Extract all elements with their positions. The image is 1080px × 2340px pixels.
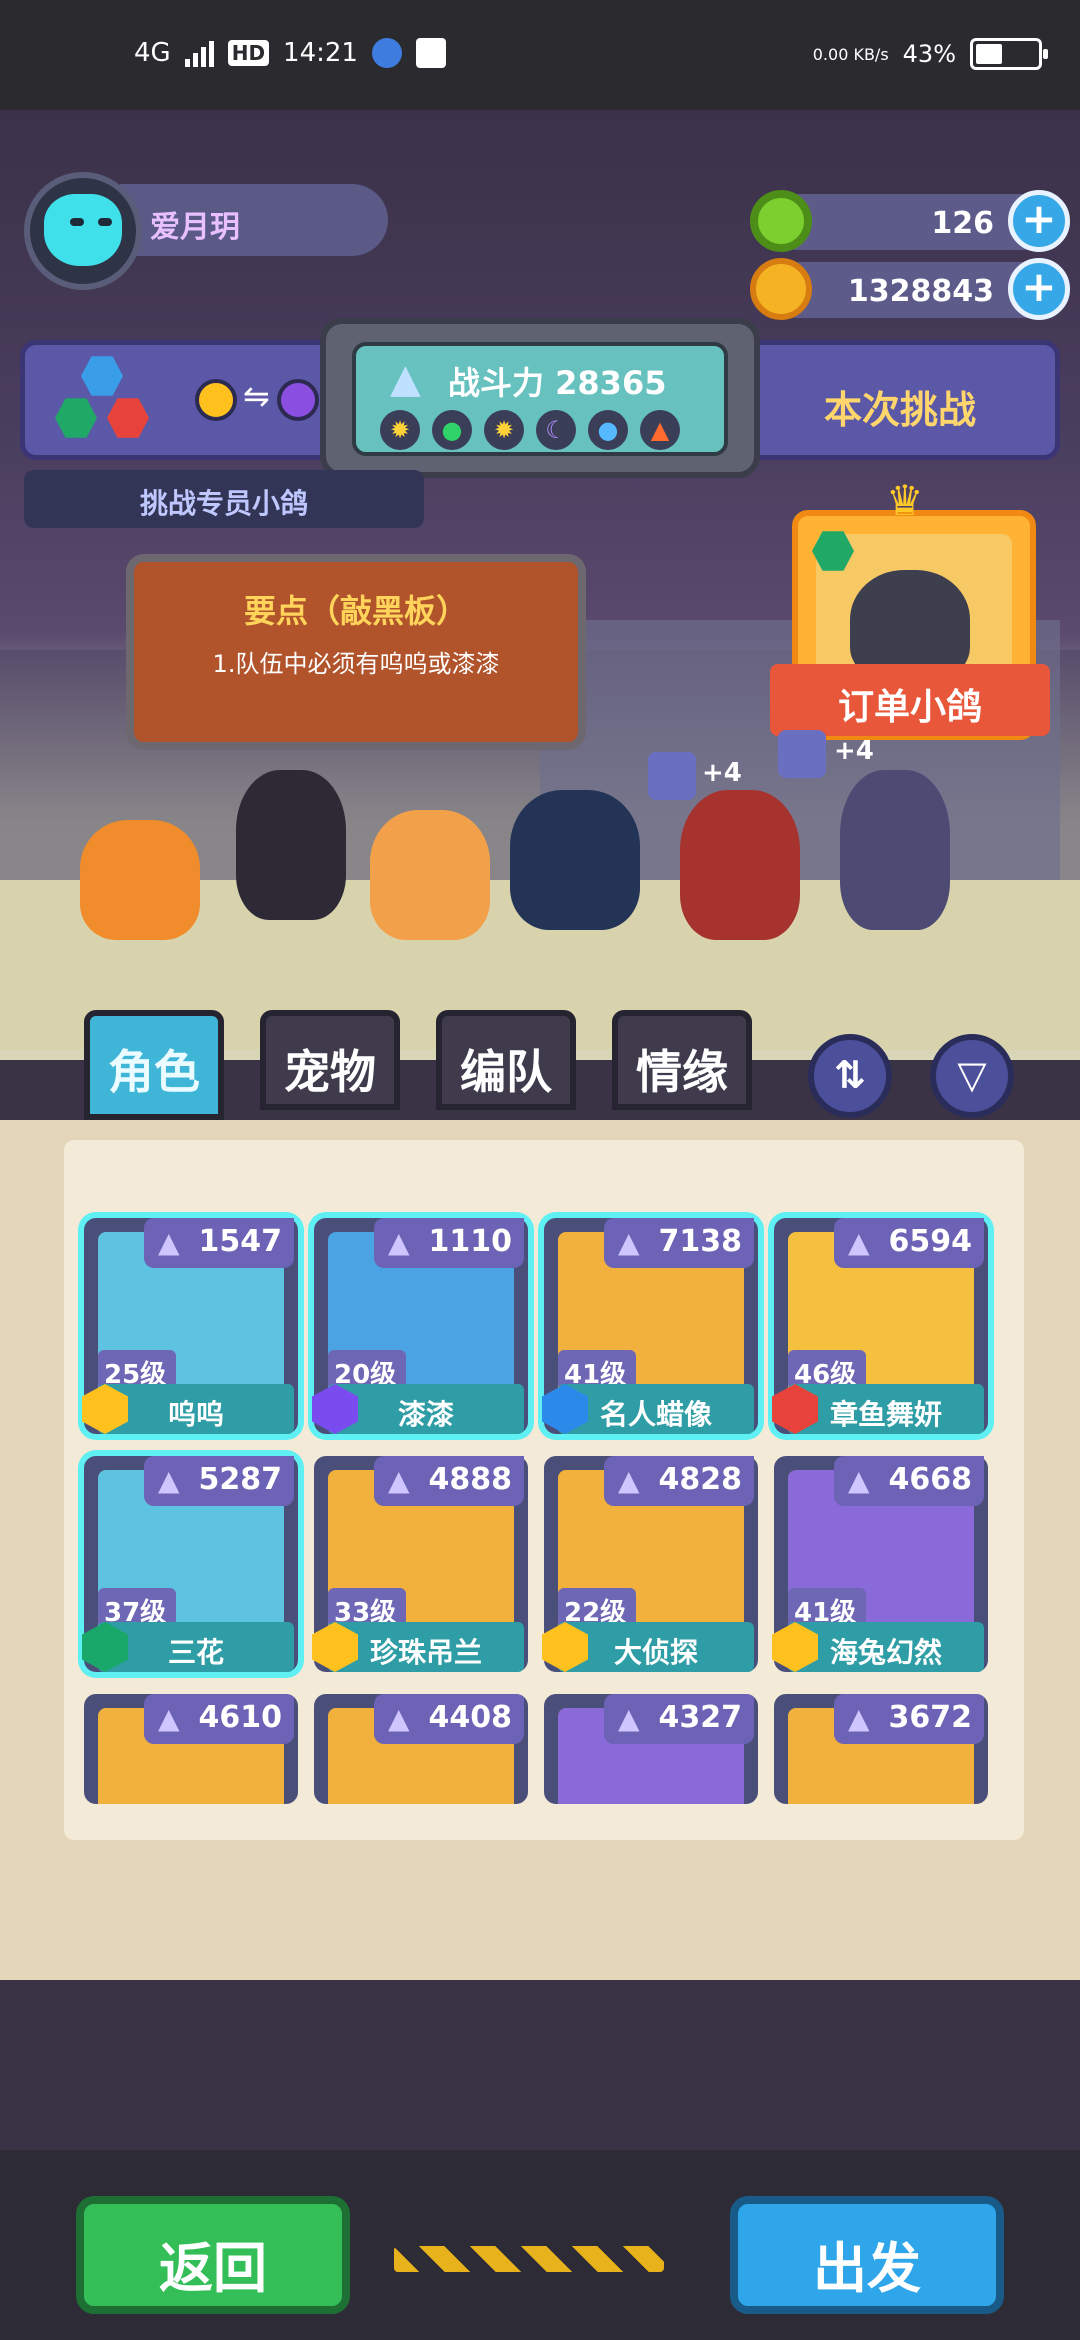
filter-button[interactable]: ▽: [930, 1034, 1014, 1118]
back-button[interactable]: 返回: [76, 2196, 350, 2314]
fire-hex-icon: [107, 398, 149, 438]
app-notification-icon: [371, 38, 402, 68]
notification-icon: [415, 38, 446, 68]
battery-percent: 43%: [902, 40, 956, 68]
character-card[interactable]: 4327: [544, 1694, 758, 1804]
team-elements: ✹ ● ✹ ☾ ● ▲: [380, 410, 680, 450]
stage-character: [370, 810, 490, 940]
notice-text: 1.队伍中必须有呜呜或漆漆: [212, 650, 500, 678]
add-donut-button[interactable]: +: [1008, 190, 1070, 252]
anchor-icon: [778, 730, 826, 778]
status-left: 4G HD 14:21: [134, 38, 446, 68]
water-hex-icon: [81, 356, 123, 396]
character-power: 4408: [374, 1694, 524, 1744]
battery-icon: [970, 38, 1048, 70]
moon-icon: ☾: [536, 410, 576, 450]
character-power: 3672: [834, 1694, 984, 1744]
crown-icon: ♛: [886, 476, 924, 525]
currency-coin: 1328843 +: [750, 258, 1070, 320]
stage-character: [680, 790, 800, 940]
character-card[interactable]: 482822级大侦探: [542, 1456, 758, 1672]
status-bar: 4G HD 14:21 0.00 KB/s 43%: [0, 0, 1080, 110]
stage-character: [510, 790, 640, 930]
character-power: 4888: [374, 1456, 524, 1506]
leaf-icon: ●: [432, 410, 472, 450]
tab-characters[interactable]: 角色: [84, 1010, 224, 1120]
hd-badge: HD: [227, 40, 270, 66]
character-card[interactable]: 713841级名人蜡像: [542, 1218, 758, 1434]
character-grid: 154725级呜呜111020级漆漆713841级名人蜡像659446级章鱼舞妍…: [82, 1218, 1004, 1804]
tab-formation[interactable]: 编队: [436, 1010, 576, 1110]
clock: 14:21: [283, 38, 358, 68]
character-card[interactable]: 528737级三花: [82, 1456, 298, 1672]
character-card[interactable]: 4610: [84, 1694, 298, 1804]
combat-power: 战斗力 28365: [448, 364, 667, 402]
player-avatar[interactable]: [24, 172, 142, 290]
coin-amount: 1328843: [847, 274, 994, 309]
character-power: 5287: [144, 1456, 294, 1506]
character-power: 1547: [144, 1218, 294, 1268]
stage-character: [236, 770, 346, 920]
currency-donut: 126 +: [750, 190, 1070, 252]
character-card[interactable]: 488833级珍珠吊兰: [312, 1456, 528, 1672]
character-power: 4668: [834, 1456, 984, 1506]
element-cycle-panel: ⇋: [20, 340, 340, 460]
network-label: 4G: [134, 38, 171, 68]
status-right: 0.00 KB/s 43%: [812, 38, 1048, 70]
combat-power-screen: ▲ 战斗力 28365 ✹ ● ✹ ☾ ● ▲: [352, 342, 728, 456]
hazard-stripe: [394, 2246, 664, 2272]
character-card[interactable]: 154725级呜呜: [82, 1218, 298, 1434]
moon-element-icon: [277, 379, 319, 421]
faded-hint: [220, 1836, 980, 1866]
character-power: 4327: [604, 1694, 754, 1744]
fire-icon: ▲: [640, 410, 680, 450]
donut-icon: [750, 190, 812, 252]
boss-name: 订单小鸽: [770, 664, 1050, 736]
filter-icon: ▽: [957, 1053, 987, 1097]
stage-pet: [80, 820, 200, 940]
notice-title: 要点（敲黑板）: [243, 592, 468, 630]
add-coin-button[interactable]: +: [1008, 258, 1070, 320]
sun-icon: ✹: [380, 410, 420, 450]
leaf-hex-icon: [55, 398, 97, 438]
character-power: 4610: [144, 1694, 294, 1744]
notice-board: 要点（敲黑板） 1.队伍中必须有呜呜或漆漆: [126, 554, 586, 750]
combat-power-panel: ▲ 战斗力 28365 ✹ ● ✹ ☾ ● ▲: [320, 318, 760, 478]
cat-avatar-icon: [44, 194, 122, 266]
avatar-eye: [70, 218, 84, 226]
character-card[interactable]: 659446级章鱼舞妍: [772, 1218, 988, 1434]
sort-icon: ⇅: [834, 1053, 866, 1097]
character-card[interactable]: 3672: [774, 1694, 988, 1804]
depart-button[interactable]: 出发: [730, 2196, 1004, 2314]
tab-pets[interactable]: 宠物: [260, 1010, 400, 1110]
rocket-icon: ▲: [390, 356, 421, 402]
donut-amount: 126: [931, 206, 994, 241]
character-power: 1110: [374, 1218, 524, 1268]
sun-icon: ✹: [484, 410, 524, 450]
character-card[interactable]: 4408: [314, 1694, 528, 1804]
bonus-label: +4: [702, 758, 742, 788]
water-icon: ●: [588, 410, 628, 450]
category-tabs: 角色 宠物 编队 情缘: [84, 1010, 752, 1120]
net-speed: 0.00 KB/s: [812, 44, 889, 64]
challenge-target: 挑战专员小鸽: [24, 470, 424, 528]
sort-button[interactable]: ⇅: [808, 1034, 892, 1118]
avatar-eye: [98, 218, 112, 226]
character-card[interactable]: 466841级海兔幻然: [772, 1456, 988, 1672]
tab-bonds[interactable]: 情缘: [612, 1010, 752, 1110]
character-power: 4828: [604, 1456, 754, 1506]
bonus-label: +4: [834, 736, 874, 766]
sun-element-icon: [195, 379, 237, 421]
character-power: 6594: [834, 1218, 984, 1268]
anchor-icon: [648, 752, 696, 800]
player-name: 爱月玥: [120, 184, 388, 256]
character-card[interactable]: 111020级漆漆: [312, 1218, 528, 1434]
current-challenge-label: 本次挑战: [740, 340, 1060, 460]
character-power: 7138: [604, 1218, 754, 1268]
swap-icon: ⇋: [243, 377, 270, 415]
signal-icon: [184, 39, 214, 67]
planet-coin-icon: [750, 258, 812, 320]
stage-character: [840, 770, 950, 930]
